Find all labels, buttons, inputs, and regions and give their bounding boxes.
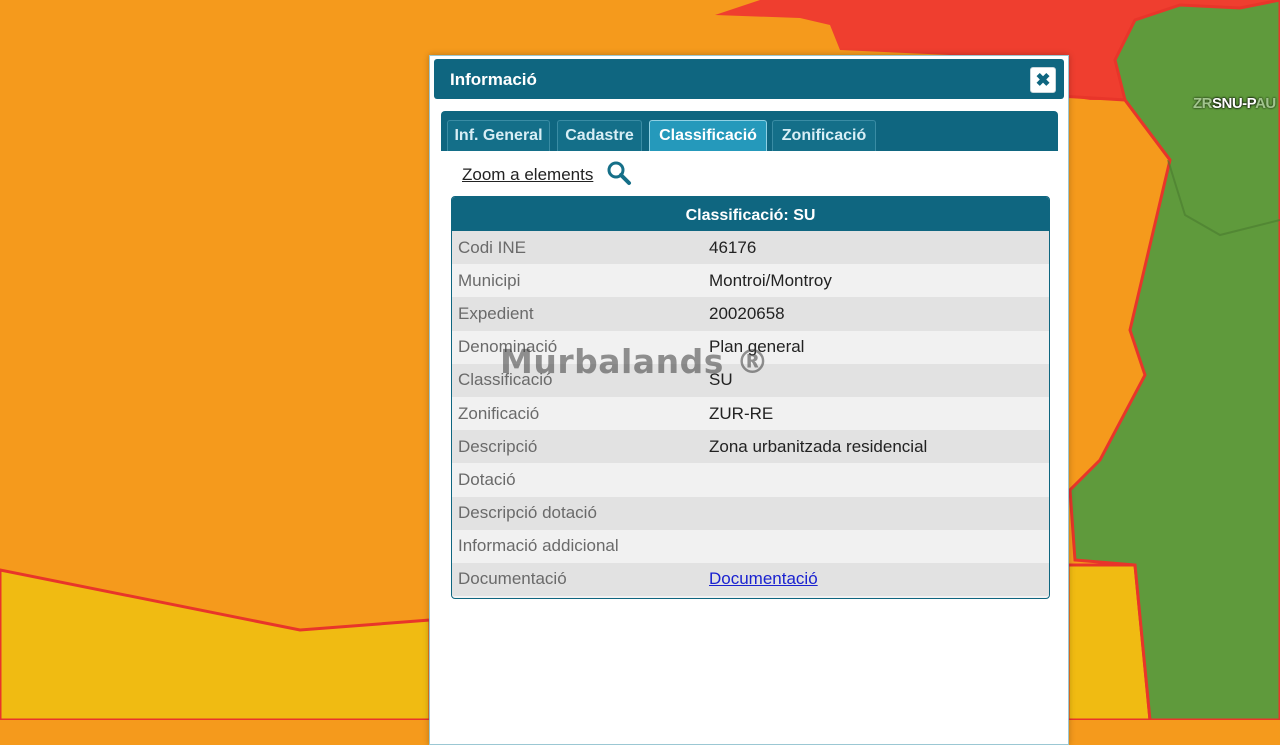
- row-value: 46176: [709, 237, 757, 257]
- zone-label-dim: ZR: [1193, 95, 1213, 112]
- row-label: Dotació: [458, 469, 516, 489]
- table-row: Documentació Documentació: [452, 562, 1049, 597]
- table-row: Descripció Zona urbanitzada residencial: [452, 430, 1049, 464]
- row-label: Municipi: [458, 270, 521, 290]
- table-row: Denominació Plan general: [452, 330, 1049, 364]
- row-value: Plan general: [709, 337, 805, 357]
- table-row: Classificació SU: [452, 363, 1049, 397]
- classification-table: Classificació: SU Codi INE 46176 Municip…: [451, 196, 1050, 599]
- row-value: Montroi/Montroy: [709, 270, 832, 290]
- table-row: Municipi Montroi/Montroy: [452, 264, 1049, 298]
- zoom-to-elements-link[interactable]: Zoom a elements: [462, 165, 593, 185]
- tab-inf-general[interactable]: Inf. General: [447, 120, 550, 151]
- documentation-link[interactable]: Documentació: [709, 569, 818, 588]
- tab-bar: Inf. General Cadastre Classificació Zoni…: [441, 111, 1058, 151]
- info-dialog: Informació ✖ Inf. General Cadastre Class…: [429, 55, 1069, 745]
- table-row: Zonificació ZUR-RE: [452, 396, 1049, 431]
- row-value: SU: [709, 370, 733, 390]
- dialog-header[interactable]: Informació ✖: [434, 59, 1064, 99]
- row-label: Documentació: [458, 569, 567, 589]
- zone-label: ZRSNU-PAU: [1193, 95, 1276, 112]
- search-icon[interactable]: [606, 160, 632, 186]
- row-value: ZUR-RE: [709, 403, 774, 423]
- table-row: Expedient 20020658: [452, 297, 1049, 331]
- row-label: Informació addicional: [458, 536, 619, 556]
- zone-label-main: SNU-P: [1212, 95, 1256, 112]
- table-body: Codi INE 46176 Municipi Montroi/Montroy …: [452, 231, 1049, 597]
- row-value: Zona urbanitzada residencial: [709, 436, 928, 456]
- table-row: Descripció dotació: [452, 496, 1049, 530]
- table-row: Informació addicional: [452, 529, 1049, 563]
- row-label: Classificació: [458, 370, 553, 390]
- table-row: Dotació: [452, 463, 1049, 497]
- close-icon: ✖: [1035, 70, 1051, 90]
- dialog-title: Informació: [450, 70, 537, 89]
- table-title-value: SU: [793, 207, 816, 224]
- row-label: Codi INE: [458, 237, 527, 257]
- row-label: Expedient: [458, 303, 534, 323]
- row-value: 20020658: [709, 303, 785, 323]
- row-label: Descripció dotació: [458, 503, 597, 523]
- row-label: Zonificació: [458, 403, 540, 423]
- table-row: Codi INE 46176: [452, 231, 1049, 265]
- tab-classificacio[interactable]: Classificació: [649, 120, 767, 151]
- close-button[interactable]: ✖: [1030, 67, 1056, 93]
- row-label: Descripció: [458, 436, 538, 456]
- table-title: Classificació: SU: [452, 197, 1049, 231]
- zone-label-tail: AU: [1255, 95, 1276, 112]
- tab-zonificacio[interactable]: Zonificació: [772, 120, 876, 151]
- tab-cadastre[interactable]: Cadastre: [557, 120, 642, 151]
- row-value: Documentació: [709, 569, 1049, 589]
- table-title-prefix: Classificació:: [685, 207, 794, 224]
- row-label: Denominació: [458, 337, 558, 357]
